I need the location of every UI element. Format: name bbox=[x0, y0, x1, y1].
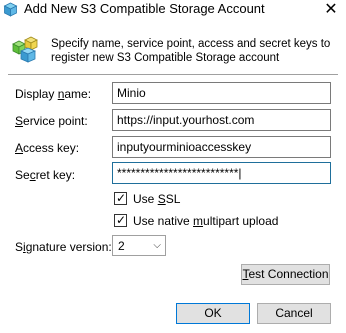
close-icon[interactable]: ✕ bbox=[316, 0, 346, 20]
title-bar: Add New S3 Compatible Storage Account ✕ bbox=[0, 0, 346, 20]
service-point-input[interactable]: https://input.yourhost.com bbox=[112, 109, 331, 131]
storage-cubes-icon bbox=[12, 36, 38, 63]
signature-version-value: 2 bbox=[118, 239, 125, 253]
signature-version-select[interactable]: 2 ⌵ bbox=[112, 235, 166, 256]
chevron-down-icon: ⌵ bbox=[153, 240, 161, 251]
use-multipart-label[interactable]: Use native multipart upload bbox=[133, 214, 278, 228]
service-point-label: Service point: bbox=[15, 114, 88, 128]
access-key-input[interactable]: inputyourminioaccesskey bbox=[112, 136, 331, 158]
test-connection-button[interactable]: Test Connection bbox=[241, 264, 330, 285]
use-ssl-checkbox[interactable]: ✓ bbox=[114, 191, 127, 205]
window-title: Add New S3 Compatible Storage Account bbox=[24, 1, 265, 16]
ok-button[interactable]: OK bbox=[176, 303, 250, 324]
header-panel: Specify name, service point, access and … bbox=[0, 22, 346, 74]
header-separator bbox=[8, 74, 338, 75]
app-icon bbox=[3, 2, 18, 17]
checkmark-icon: ✓ bbox=[116, 191, 127, 205]
display-name-input[interactable]: Minio bbox=[112, 82, 331, 104]
access-key-label: Access key: bbox=[15, 141, 80, 155]
use-ssl-label[interactable]: Use SSL bbox=[133, 192, 180, 206]
header-text-line-2: register new S3 Compatible Storage accou… bbox=[51, 52, 280, 64]
header-description: Specify name, service point, access and … bbox=[51, 37, 341, 65]
secret-key-label: Secret key: bbox=[15, 168, 76, 182]
secret-key-input[interactable]: **************************| bbox=[112, 162, 331, 184]
dialog-window: Add New S3 Compatible Storage Account ✕ … bbox=[0, 0, 346, 333]
checkmark-icon: ✓ bbox=[116, 213, 127, 227]
header-text-line-1: Specify name, service point, access and … bbox=[51, 38, 331, 50]
signature-version-label: Signature version: bbox=[15, 240, 112, 254]
use-multipart-checkbox[interactable]: ✓ bbox=[114, 213, 127, 227]
cancel-button[interactable]: Cancel bbox=[257, 303, 331, 324]
display-name-label: Display name: bbox=[15, 87, 92, 101]
